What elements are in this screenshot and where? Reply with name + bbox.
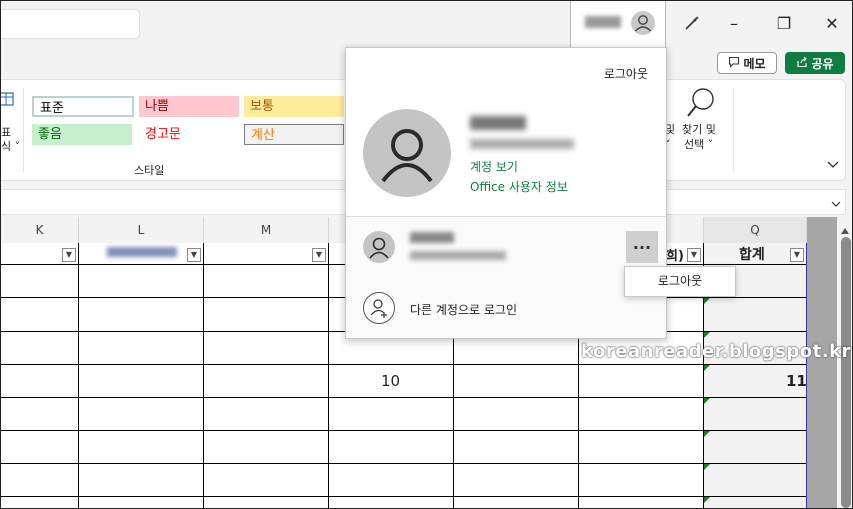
column-header-m[interactable]: M [204,217,329,243]
filter-dropdown-icon[interactable]: ▼ [312,248,326,262]
share-label: 공유 [811,56,834,71]
sheet-dark-margin [807,217,837,508]
close-button[interactable]: ✕ [817,11,847,35]
popup-current-account: 로그아웃 계정 보기 Office 사용자 정보 [346,48,666,216]
grid-line [1,364,807,365]
account-button[interactable] [570,1,666,47]
find-select-label-1[interactable]: 찾기 및 [682,122,716,137]
search-box[interactable] [1,9,140,39]
error-indicator-icon [704,431,710,437]
grid-line [1,397,807,398]
other-account-name-redacted [410,232,454,243]
style-calculation[interactable]: 계산 [244,124,344,145]
account-avatar-icon [631,11,655,35]
column-header-k[interactable]: K [1,217,79,243]
column-header-q[interactable]: Q [704,217,807,243]
excel-window: – ❐ ✕ 메모 공유 표 식 ˅ 표준 나쁨 보통 좋음 경고문 계산 스타일… [0,0,853,509]
find-select-label-2[interactable]: 선택 ˅ [684,137,713,152]
user-avatar-icon [363,109,451,197]
minimize-button[interactable]: – [719,11,749,35]
view-account-link[interactable]: 계정 보기 [470,158,518,175]
format-as-table-label-2: 식 ˅ [1,140,21,153]
grid-line [328,243,329,508]
error-indicator-icon [704,365,710,371]
header-l-redacted [107,247,177,257]
style-neutral[interactable]: 보통 [244,96,344,117]
header-q-total: 합계 [739,247,765,263]
style-normal[interactable]: 표준 [32,96,134,117]
account-popup: 로그아웃 계정 보기 Office 사용자 정보 ··· 다른 계정으로 로그인 [345,47,667,339]
cell-q-value[interactable]: 11 [786,372,807,390]
error-indicator-icon [704,298,710,304]
error-indicator-icon [704,398,710,404]
scrollbar-thumb[interactable] [841,237,851,508]
designer-icon[interactable] [677,11,707,35]
account-email-redacted [470,139,574,149]
sign-in-other-account-link[interactable]: 다른 계정으로 로그인 [410,301,517,318]
popup-divider [346,216,666,217]
office-user-info-link[interactable]: Office 사용자 정보 [470,178,568,195]
grid-line [1,430,807,431]
ribbon-separator [733,88,734,172]
filter-dropdown-icon[interactable]: ▼ [790,248,804,262]
cell-n-value[interactable]: 10 [381,372,400,390]
account-name-redacted [585,16,621,28]
restore-button[interactable]: ❐ [769,11,799,35]
expand-formula-bar-icon[interactable] [831,197,841,211]
memo-button[interactable]: 메모 [717,52,777,74]
other-account-email-redacted [410,251,506,260]
find-select-icon[interactable] [684,86,718,120]
account-context-menu-sign-out[interactable]: 로그아웃 [624,266,736,297]
styles-group-label: 스타일 [134,164,165,177]
style-good[interactable]: 좋음 [32,124,132,145]
scroll-up-icon[interactable] [841,223,849,237]
error-indicator-icon [704,497,710,503]
grid-line [78,243,79,508]
filter-dropdown-icon[interactable]: ▼ [62,248,76,262]
error-indicator-icon [704,332,710,338]
add-account-icon[interactable] [363,292,395,324]
grid-line [1,496,807,497]
format-table-icon[interactable] [1,90,17,110]
grid-line [1,463,807,464]
share-button[interactable]: 공유 [785,52,845,74]
more-options-button[interactable]: ··· [626,231,658,263]
column-header-l[interactable]: L [79,217,204,243]
other-account-avatar-icon [363,231,395,263]
filter-dropdown-icon[interactable]: ▼ [687,248,701,262]
share-icon [796,56,808,71]
filter-dropdown-icon[interactable]: ▼ [187,248,201,262]
sign-out-link[interactable]: 로그아웃 [604,65,648,82]
account-name-redacted [470,116,526,130]
title-bar: – ❐ ✕ [1,1,852,47]
style-warning-text[interactable]: 경고문 [139,124,239,145]
error-indicator-icon [704,464,710,470]
watermark: koreanreader.blogspot.kr [581,341,851,362]
comment-icon [728,56,740,71]
grid-line [203,243,204,508]
header-p-partial: 희) [666,249,684,264]
memo-label: 메모 [743,56,766,71]
style-bad[interactable]: 나쁨 [139,96,239,117]
collapse-ribbon-icon[interactable] [827,158,839,172]
ribbon-separator [23,88,24,172]
